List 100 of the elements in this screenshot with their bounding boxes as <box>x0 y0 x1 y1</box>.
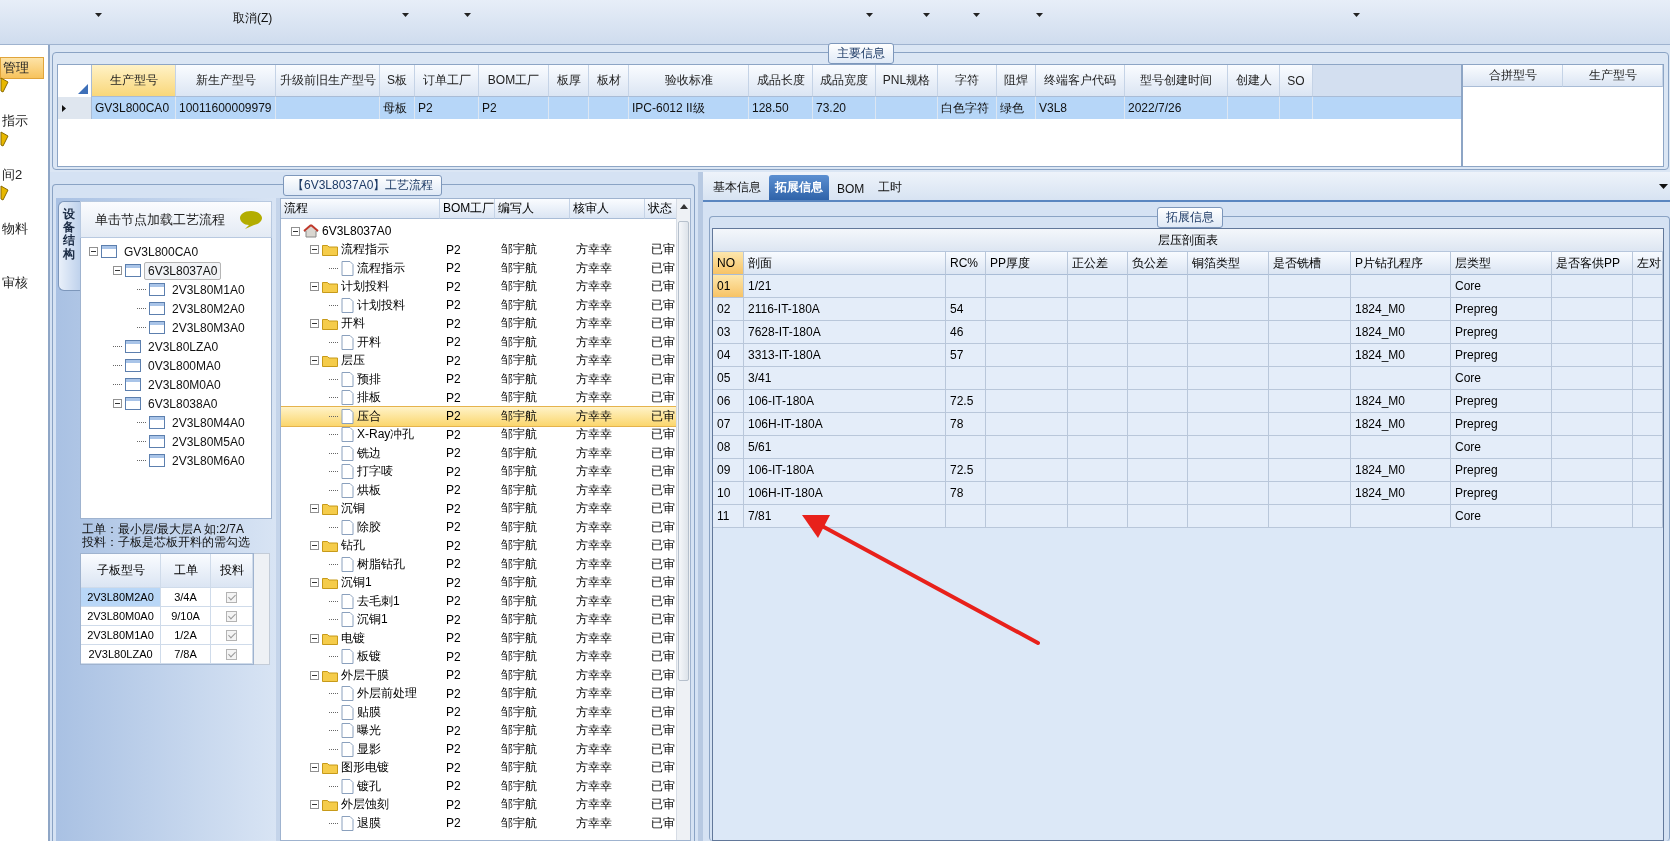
column-header[interactable]: SO <box>1280 65 1313 97</box>
row-number[interactable]: 06 <box>713 390 744 413</box>
tree-row[interactable]: 沉铜 P2 邹宇航 方幸幸 已审 <box>281 499 676 518</box>
dropdown-caret-icon[interactable] <box>464 13 472 17</box>
tree-row[interactable]: 镀孔 P2 邹宇航 方幸幸 已审 <box>281 777 676 796</box>
tree-row[interactable]: 除胶 P2 邹宇航 方幸幸 已审 <box>281 518 676 537</box>
collapse-toggle[interactable] <box>310 541 319 551</box>
collapse-toggle[interactable] <box>89 247 98 256</box>
column-header[interactable]: 验收标准 <box>629 65 749 97</box>
column-header[interactable]: 工单 <box>161 554 211 588</box>
row-number[interactable]: 07 <box>713 413 744 436</box>
tree-row[interactable]: 板镀 P2 邹宇航 方幸幸 已审 <box>281 647 676 666</box>
collapse-toggle[interactable] <box>310 578 319 588</box>
table-cell[interactable]: 2V3L80M2A0 <box>81 588 161 607</box>
tab[interactable]: 工时 <box>872 175 909 200</box>
collapse-toggle[interactable] <box>310 319 319 329</box>
tree-row[interactable]: 外层蚀刻 P2 邹宇航 方幸幸 已审 <box>281 795 676 814</box>
dropdown-caret-icon[interactable] <box>1036 13 1044 17</box>
checkbox[interactable] <box>226 610 237 622</box>
nav-item[interactable]: 物料 <box>0 219 30 239</box>
column-header[interactable]: RC% <box>946 252 986 275</box>
tree-row[interactable]: 显影 P2 邹宇航 方幸幸 已审 <box>281 740 676 759</box>
tree-node[interactable]: 2V3L80M2A0 <box>168 299 249 318</box>
collapse-toggle[interactable] <box>310 504 319 514</box>
row-number[interactable]: 08 <box>713 436 744 459</box>
tree-node[interactable]: GV3L800CA0 <box>120 242 203 261</box>
column-header[interactable]: NO <box>713 252 744 275</box>
tree-node[interactable]: 2V3L80M5A0 <box>168 432 249 451</box>
tree-node[interactable]: 2V3L80M4A0 <box>168 413 249 432</box>
collapse-toggle[interactable] <box>291 226 300 236</box>
tree-node[interactable]: 0V3L800MA0 <box>144 356 225 375</box>
column-header[interactable]: 创建人 <box>1228 65 1280 97</box>
tab[interactable]: 拓展信息 <box>769 175 829 200</box>
dropdown-caret-icon[interactable] <box>923 13 931 17</box>
column-header[interactable]: 剖面 <box>744 252 946 275</box>
checkbox[interactable] <box>226 591 237 603</box>
row-number[interactable]: 05 <box>713 367 744 390</box>
column-header[interactable]: 铜箔类型 <box>1188 252 1269 275</box>
collapse-toggle[interactable] <box>113 266 122 275</box>
tree-row[interactable]: 贴膜 P2 邹宇航 方幸幸 已审 <box>281 703 676 722</box>
tree-row[interactable]: 去毛刺1 P2 邹宇航 方幸幸 已审 <box>281 592 676 611</box>
column-header[interactable]: 合拼型号 <box>1463 65 1563 87</box>
row-number[interactable]: 02 <box>713 298 744 321</box>
column-header[interactable]: P片钻孔程序 <box>1351 252 1451 275</box>
dropdown-caret-icon[interactable] <box>95 13 102 17</box>
tree-row[interactable]: 开料 P2 邹宇航 方幸幸 已审 <box>281 314 676 333</box>
collapse-toggle[interactable] <box>310 282 319 292</box>
column-header[interactable]: 左对 <box>1633 252 1663 275</box>
column-header[interactable]: 新生产型号 <box>176 65 276 97</box>
tree-row[interactable]: 开料 P2 邹宇航 方幸幸 已审 <box>281 333 676 352</box>
column-header[interactable]: 成品宽度 <box>813 65 876 97</box>
column-header[interactable]: 层类型 <box>1451 252 1552 275</box>
table-row[interactable]: GV3L800CA0 10011600009979 母板 P2 P2 IPC-6012 II级 128.50 73.20 白色字符 绿色 V3L8 2022/7/26 <box>58 97 1461 119</box>
tab[interactable]: 基本信息 <box>707 175 767 200</box>
tree-node[interactable]: 2V3L80M3A0 <box>168 318 249 337</box>
column-header[interactable]: 订单工厂 <box>415 65 479 97</box>
column-header[interactable]: 状态 <box>645 199 676 219</box>
column-header[interactable]: 成品长度 <box>749 65 813 97</box>
column-header[interactable]: 投料 <box>211 554 253 588</box>
tree-node[interactable]: 6V3L8038A0 <box>144 394 222 413</box>
nav-item[interactable]: 间2 <box>0 165 25 185</box>
checkbox[interactable] <box>226 629 237 641</box>
scrollbar-thumb[interactable] <box>678 221 689 681</box>
tree-row[interactable]: 烘板 P2 邹宇航 方幸幸 已审 <box>281 481 676 500</box>
dropdown-caret-icon[interactable] <box>973 13 981 17</box>
tree-row[interactable]: 层压 P2 邹宇航 方幸幸 已审 <box>281 351 676 370</box>
tree-row[interactable]: 预排 P2 邹宇航 方幸幸 已审 <box>281 370 676 389</box>
row-number[interactable]: 01 <box>713 275 744 298</box>
tree-row[interactable]: 计划投料 P2 邹宇航 方幸幸 已审 <box>281 277 676 296</box>
tab[interactable]: BOM <box>831 178 871 200</box>
row-number[interactable]: 04 <box>713 344 744 367</box>
tree-node[interactable]: 2V3L80M1A0 <box>168 280 249 299</box>
tree-row[interactable]: 图形电镀 P2 邹宇航 方幸幸 已审 <box>281 758 676 777</box>
row-number[interactable]: 03 <box>713 321 744 344</box>
tree-row[interactable]: X-Ray冲孔 P2 邹宇航 方幸幸 已审 <box>281 425 676 444</box>
tree-row[interactable]: 6V3L8037A0 <box>281 222 676 241</box>
column-header[interactable]: 型号创建时间 <box>1125 65 1228 97</box>
tree-node[interactable]: 2V3L80M0A0 <box>144 375 225 394</box>
table-cell[interactable]: 2V3L80M0A0 <box>81 607 161 626</box>
column-header[interactable]: 生产型号 <box>1563 65 1663 87</box>
column-header[interactable]: 板厚 <box>549 65 589 97</box>
nav-item[interactable]: 指示 <box>0 111 30 131</box>
nav-item[interactable]: 管理 <box>0 57 44 79</box>
column-header[interactable]: 正公差 <box>1068 252 1128 275</box>
column-header[interactable]: PP厚度 <box>986 252 1068 275</box>
column-header[interactable]: 核审人 <box>570 199 645 219</box>
scrollbar[interactable] <box>254 553 270 665</box>
collapse-toggle[interactable] <box>310 356 319 366</box>
dropdown-caret-icon[interactable] <box>402 13 410 17</box>
scrollbar[interactable] <box>676 199 690 840</box>
tree-row[interactable]: 外层前处理 P2 邹宇航 方幸幸 已审 <box>281 684 676 703</box>
vertical-tab[interactable]: 设备结构 <box>58 201 80 291</box>
column-header[interactable]: 终端客户代码 <box>1036 65 1125 97</box>
column-header[interactable]: 是否铣槽 <box>1269 252 1351 275</box>
column-header[interactable]: 是否客供PP <box>1552 252 1633 275</box>
column-header[interactable]: 编写人 <box>495 199 570 219</box>
tree-row[interactable]: 打字唛 P2 邹宇航 方幸幸 已审 <box>281 462 676 481</box>
column-header[interactable]: 升级前旧生产型号 <box>276 65 380 97</box>
tree-row[interactable]: 压合 P2 邹宇航 方幸幸 已审 <box>281 407 676 426</box>
tree-node[interactable]: 6V3L8037A0 <box>144 261 222 280</box>
